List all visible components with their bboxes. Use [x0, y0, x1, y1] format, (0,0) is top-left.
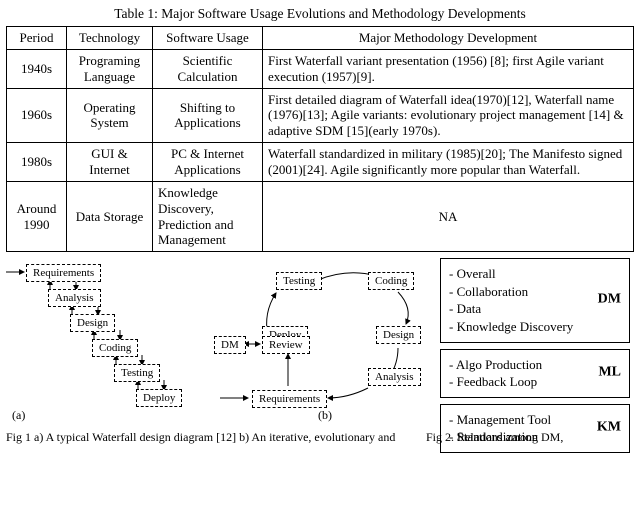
node-coding: Coding	[368, 272, 414, 290]
box-label-dm: DM	[598, 291, 621, 310]
cell-tech: Operating System	[67, 88, 153, 143]
cell-period: Around 1990	[7, 181, 67, 251]
item: Data	[449, 300, 621, 318]
cell-period: 1980s	[7, 143, 67, 182]
cell-method: First Waterfall variant presentation (19…	[263, 49, 634, 88]
figure-1a: Requirements Analysis Design Coding Test…	[6, 258, 206, 428]
fig1-caption: Fig 1 a) A typical Waterfall design diag…	[6, 430, 426, 445]
table-1: Period Technology Software Usage Major M…	[6, 26, 634, 252]
step-deploy: Deploy	[136, 389, 182, 407]
cell-tech: GUI & Internet	[67, 143, 153, 182]
step-testing: Testing	[114, 364, 160, 382]
cell-tech: Data Storage	[67, 181, 153, 251]
item: Management Tool	[449, 411, 621, 429]
th-period: Period	[7, 27, 67, 50]
item: Collaboration	[449, 283, 621, 301]
cell-tech: Programing Language	[67, 49, 153, 88]
table-row: 1980s GUI & Internet PC & Internet Appli…	[7, 143, 634, 182]
item: Algo Production	[449, 356, 621, 374]
cell-period: 1940s	[7, 49, 67, 88]
item: Knowledge Discovery	[449, 318, 621, 336]
th-usage: Software Usage	[153, 27, 263, 50]
step-requirements: Requirements	[26, 264, 101, 282]
node-analysis: Analysis	[368, 368, 421, 386]
table-header-row: Period Technology Software Usage Major M…	[7, 27, 634, 50]
cell-method: First detailed diagram of Waterfall idea…	[263, 88, 634, 143]
node-review: Review	[262, 336, 310, 354]
box-km: Management Tool Standardization KM	[440, 404, 630, 453]
table-row: 1960s Operating System Shifting to Appli…	[7, 88, 634, 143]
figure-2: Overall Collaboration Data Knowledge Dis…	[440, 258, 630, 428]
box-label-ml: ML	[598, 364, 621, 383]
cell-usage: Knowledge Discovery, Prediction and Mana…	[153, 181, 263, 251]
step-coding: Coding	[92, 339, 138, 357]
cell-usage: PC & Internet Applications	[153, 143, 263, 182]
item: Standardization	[449, 428, 621, 446]
fig1b-tag: (b)	[318, 408, 332, 423]
item: Feedback Loop	[449, 373, 621, 391]
cell-method: Waterfall standardized in military (1985…	[263, 143, 634, 182]
th-tech: Technology	[67, 27, 153, 50]
th-method: Major Methodology Development	[263, 27, 634, 50]
cell-period: 1960s	[7, 88, 67, 143]
item: Overall	[449, 265, 621, 283]
node-testing: Testing	[276, 272, 322, 290]
node-dm: DM	[214, 336, 246, 354]
figure-1b: Testing Coding Deploy Design DM Review A…	[208, 258, 438, 428]
table-caption: Table 1: Major Software Usage Evolutions…	[6, 6, 634, 22]
node-design: Design	[376, 326, 421, 344]
table-row: Around 1990 Data Storage Knowledge Disco…	[7, 181, 634, 251]
box-dm: Overall Collaboration Data Knowledge Dis…	[440, 258, 630, 342]
cell-method: NA	[263, 181, 634, 251]
node-requirements: Requirements	[252, 390, 327, 408]
step-analysis: Analysis	[48, 289, 101, 307]
box-ml: Algo Production Feedback Loop ML	[440, 349, 630, 398]
table-row: 1940s Programing Language Scientific Cal…	[7, 49, 634, 88]
step-design: Design	[70, 314, 115, 332]
cell-usage: Shifting to Applications	[153, 88, 263, 143]
box-label-km: KM	[597, 419, 621, 438]
fig1a-tag: (a)	[12, 408, 25, 423]
cell-usage: Scientific Calculation	[153, 49, 263, 88]
